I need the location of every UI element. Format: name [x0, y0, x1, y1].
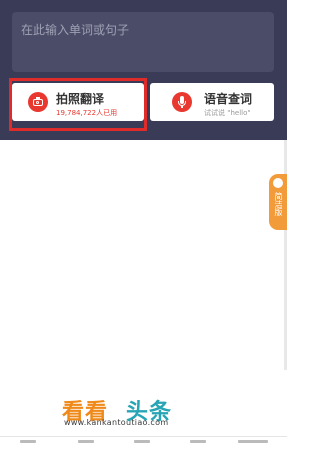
- tab-item-2[interactable]: [78, 440, 94, 443]
- voice-lookup-hint: 试试说 "hello": [204, 109, 251, 117]
- tab-item-1[interactable]: [20, 440, 36, 443]
- watermark-url: www.kankantoutiao.com: [64, 418, 169, 427]
- tab-item-5[interactable]: [238, 440, 268, 443]
- microphone-icon: [172, 92, 192, 112]
- voice-lookup-title: 语音查词: [204, 92, 253, 106]
- simple-mode-tab[interactable]: 简洁版: [269, 174, 287, 230]
- simple-mode-icon: [273, 178, 283, 188]
- voice-lookup-button[interactable]: 语音查词 试试说 "hello": [150, 83, 274, 121]
- simple-mode-label: 简洁版: [274, 192, 283, 216]
- watermark-logo: 看看 头条 www.kankantoutiao.com: [56, 394, 206, 428]
- search-placeholder: 在此输入单词或句子: [21, 23, 130, 37]
- tab-item-3[interactable]: [134, 440, 150, 443]
- highlight-box: [9, 78, 147, 131]
- tab-item-4[interactable]: [190, 440, 206, 443]
- search-input[interactable]: 在此输入单词或句子: [12, 12, 274, 72]
